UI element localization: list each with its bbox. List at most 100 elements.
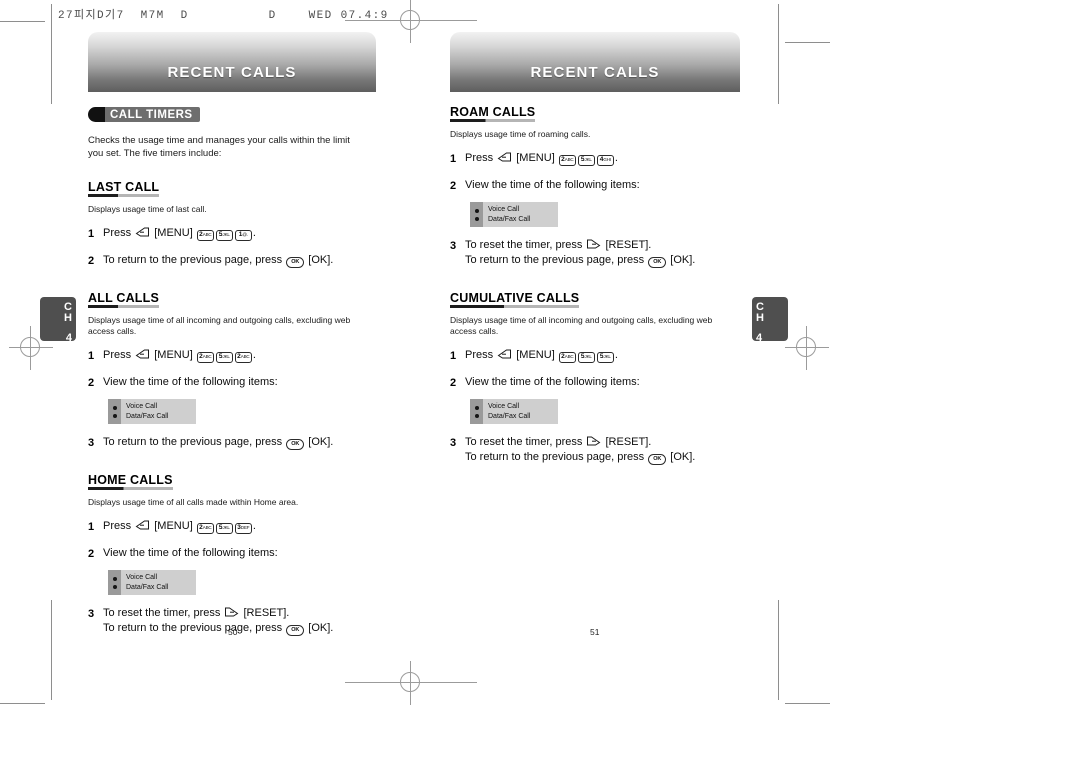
phone-key-5-icon: 5JKL — [596, 352, 614, 363]
trim-line-vert-right — [778, 4, 779, 104]
step-text: Press [MENU] 2ABC 5JKL 5JKL. — [465, 349, 618, 363]
listbox-row: Voice Call Data/Fax Call — [88, 570, 383, 595]
section-cumulative-calls: CUMULATIVE CALLS Displays usage time of a… — [450, 289, 745, 466]
section-title: ALL CALLS — [88, 291, 160, 308]
step-text: To reset the timer, press [RESET]. To ret… — [465, 238, 695, 269]
section-roam-calls: ROAM CALLS Displays usage time of roaming… — [450, 103, 745, 269]
chapter-tab-right: CH 4 — [752, 297, 788, 344]
chapter-tab-left: CH 4 — [40, 297, 76, 344]
page-number-left: 50 — [228, 627, 238, 637]
step-text: To reset the timer, press [RESET]. To ret… — [103, 606, 333, 637]
step-text: View the time of the following items: — [103, 376, 278, 388]
step-number: 2 — [88, 377, 95, 389]
bullet-icon — [474, 208, 479, 213]
listbox-item: Data/Fax Call — [126, 583, 169, 591]
instruction-step: 1 Press [MENU] 2ABC 5JKL 4GHI. — [450, 151, 745, 167]
instruction-step: 2 To return to the previous page, press O… — [88, 253, 383, 269]
section-title: CUMULATIVE CALLS — [450, 291, 580, 308]
listbox-item: Voice Call — [126, 574, 158, 581]
section-title: LAST CALL — [88, 180, 160, 197]
right-softkey-icon — [586, 436, 601, 447]
step-number: 2 — [450, 180, 457, 192]
trim-line-vert-right-bottom — [778, 600, 779, 700]
section-title-rule — [88, 487, 173, 490]
right-page-column: ROAM CALLS Displays usage time of roaming… — [450, 103, 745, 486]
instruction-step: 3 To return to the previous page, press O… — [88, 435, 383, 451]
section-steps: 1 Press [MENU] 2ABC 5JKL 5JKL. 2 View the tim… — [450, 348, 745, 466]
call-type-listbox: Voice Call Data/Fax Call — [470, 399, 558, 424]
listbox-bullet-rail — [108, 570, 121, 595]
listbox-row: Voice Call Data/Fax Call — [450, 399, 745, 424]
ok-key-icon: OK — [648, 257, 667, 268]
step-text: To reset the timer, press [RESET]. To ret… — [465, 435, 695, 466]
phone-key-4-icon: 4GHI — [596, 155, 614, 166]
step-text: Press [MENU] 2ABC 5JKL 2ABC. — [103, 349, 256, 363]
left-softkey-icon — [497, 152, 512, 163]
step-line: To return to the previous page, press OK… — [465, 254, 696, 268]
phone-key-5-icon: 5JKL — [215, 523, 233, 534]
listbox-items: Voice Call Data/Fax Call — [483, 399, 534, 424]
section-title-rule — [88, 305, 160, 308]
phone-key-2-icon: 2ABC — [234, 352, 252, 363]
step-line: To reset the timer, press [RESET]. — [103, 607, 290, 619]
section-title-rule — [450, 119, 536, 122]
instruction-step: 2 View the time of the following items: — [450, 178, 745, 193]
phone-key-2-icon: 2ABC — [558, 155, 576, 166]
phone-key-2-icon: 2ABC — [558, 352, 576, 363]
left-softkey-icon — [135, 520, 150, 531]
step-number: 1 — [88, 521, 95, 533]
section-title-rule — [88, 194, 160, 197]
phone-key-5-icon: 5JKL — [577, 352, 595, 363]
page-number-right: 51 — [590, 627, 600, 637]
phone-key-3-icon: 3DEF — [234, 523, 252, 534]
bullet-icon — [112, 576, 117, 581]
trim-line-vert-left-bottom — [51, 600, 52, 700]
phone-key-5-icon: 5JKL — [215, 230, 233, 241]
left-sections-container: LAST CALL Displays usage time of last cal… — [88, 178, 383, 637]
step-number: 1 — [450, 153, 457, 165]
section-title: HOME CALLS — [88, 473, 173, 490]
listbox-items: Voice Call Data/Fax Call — [121, 399, 172, 424]
phone-key-5-icon: 5JKL — [215, 352, 233, 363]
printed-page-sheet: 27피지D기7 M7M D D WED 07.4:9 RECENT CALLS … — [0, 0, 1080, 763]
listbox-item: Data/Fax Call — [126, 412, 169, 420]
section-description: Displays usage time of roaming calls. — [450, 129, 591, 139]
bullet-icon — [474, 413, 479, 418]
left-softkey-icon — [135, 349, 150, 360]
step-line: To return to the previous page, press OK… — [465, 451, 696, 465]
trim-line-vert-left — [51, 4, 52, 104]
section-last-call: LAST CALL Displays usage time of last cal… — [88, 178, 383, 269]
ok-key-icon: OK — [286, 257, 305, 268]
chapter-tab-letters-right: CH — [756, 301, 764, 324]
listbox-bullet-rail — [470, 399, 483, 424]
call-timers-chip: CALL TIMERS — [88, 106, 383, 122]
section-title-rule — [450, 305, 580, 308]
call-timers-chip-label: CALL TIMERS — [105, 106, 200, 122]
step-number: 3 — [88, 437, 95, 449]
phone-key-2-icon: 2ABC — [196, 230, 214, 241]
bullet-icon — [112, 405, 117, 410]
ok-key-icon: OK — [648, 454, 667, 465]
printer-header-text: 27피지D기7 M7M D D WED 07.4:9 — [58, 10, 389, 22]
step-number: 1 — [450, 350, 457, 362]
trim-line-bottom-left — [0, 703, 45, 704]
listbox-item: Data/Fax Call — [488, 412, 531, 420]
step-number: 1 — [88, 228, 95, 240]
instruction-step: 1 Press [MENU] 2ABC 5JKL 2ABC. — [88, 348, 383, 364]
step-text: To return to the previous page, press OK… — [103, 436, 334, 450]
section-home-calls: HOME CALLS Displays usage time of all cal… — [88, 471, 383, 637]
chapter-tab-number-left: 4 — [65, 332, 72, 344]
step-text: Press [MENU] 2ABC 5JKL 3DEF. — [103, 520, 256, 534]
phone-key-2-icon: 2ABC — [196, 523, 214, 534]
instruction-step: 2 View the time of the following items: — [88, 546, 383, 561]
trim-line-top-far-right — [785, 42, 830, 43]
registration-mark-right — [785, 326, 829, 370]
step-text: To return to the previous page, press OK… — [103, 254, 334, 268]
listbox-item: Voice Call — [488, 206, 520, 213]
left-softkey-icon — [497, 349, 512, 360]
step-number: 2 — [450, 377, 457, 389]
section-description: Displays usage time of all calls made wi… — [88, 497, 299, 507]
step-line: To reset the timer, press [RESET]. — [465, 436, 652, 448]
step-text: View the time of the following items: — [465, 376, 640, 388]
page-banner-right: RECENT CALLS — [450, 32, 740, 92]
